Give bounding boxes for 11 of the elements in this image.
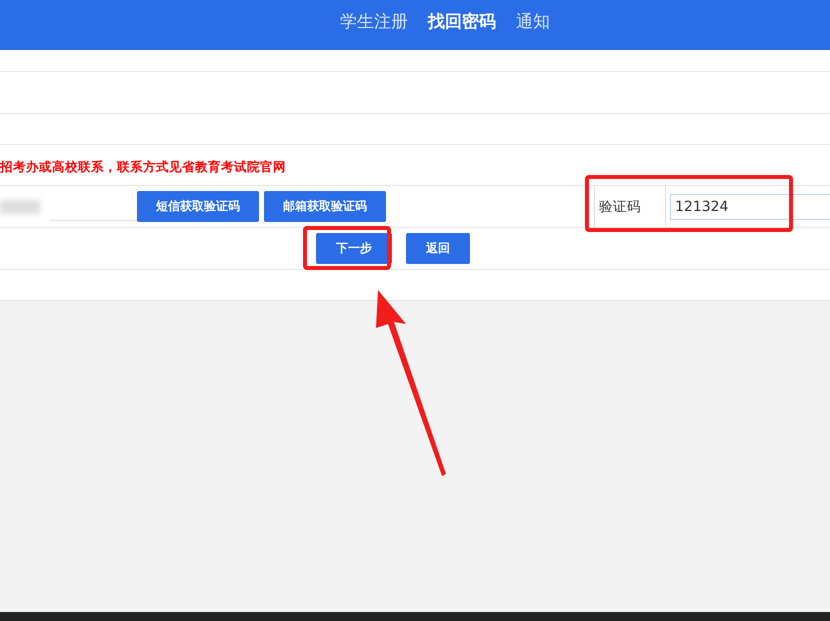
next-button[interactable]: 下一步 (316, 233, 392, 264)
back-button[interactable]: 返回 (406, 233, 470, 264)
nav-tab[interactable]: 通知 (516, 10, 550, 32)
get-code-button[interactable]: 短信获取验证码 (137, 191, 259, 222)
field-label: 验证码 (594, 186, 666, 227)
nav-tab[interactable]: 学生注册 (340, 10, 408, 32)
blurred-field (0, 200, 40, 214)
notice-text: 招考办或高校联系，联系方式见省教育考试院官网 (0, 158, 286, 176)
nav-tab[interactable]: 找回密码 (428, 10, 496, 32)
get-code-button[interactable]: 邮箱获取验证码 (264, 191, 386, 222)
code-input[interactable]: 121324 (670, 194, 830, 220)
